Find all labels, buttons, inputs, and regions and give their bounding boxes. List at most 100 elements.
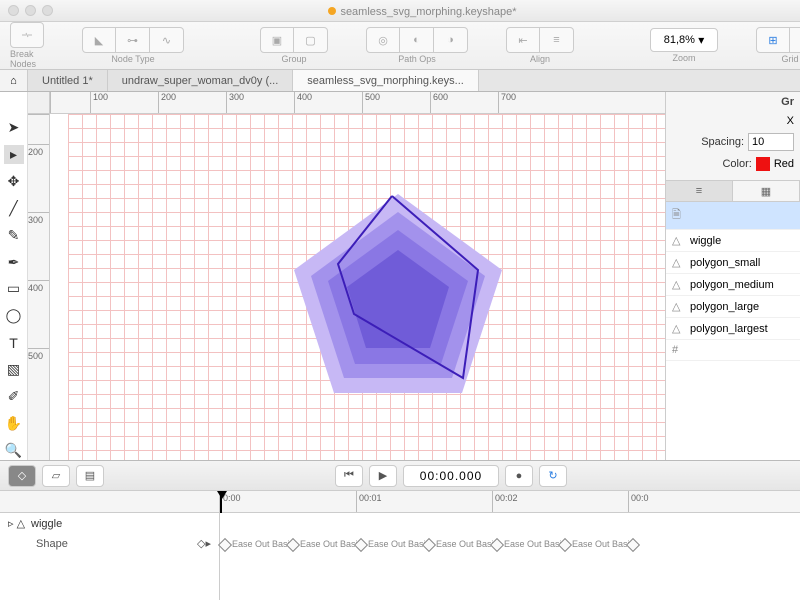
layer-wiggle[interactable]: △wiggle [666,230,800,252]
rotate-tool[interactable]: ✥ [4,172,24,191]
ungroup-button[interactable]: ▢ [294,27,328,53]
easing-label: Ease Out Basic [368,539,430,549]
zoom-dropdown[interactable]: 81,8% ▾ [650,28,718,52]
text-tool[interactable]: T [4,333,24,352]
window-controls [8,5,53,16]
path-union-button[interactable]: ◎ [366,27,400,53]
tab-undraw[interactable]: undraw_super_woman_dv0y (... [108,70,294,91]
spacing-label: Spacing: [672,136,744,148]
align-group: ⇤ ≡ Align [506,24,574,67]
line-tool[interactable]: ╱ [4,199,24,218]
document-title: seamless_svg_morphing.keyshape* [53,4,792,18]
pencil-tool[interactable]: ✎ [4,226,24,245]
tool-strip: ➤ ▸ ✥ ╱ ✎ ✒ ▭ ◯ T ▧ ✐ ✋ 🔍 [0,92,28,460]
zoom-label: Zoom [672,53,695,63]
node-smooth-button[interactable]: ⊶ [116,27,150,53]
time-display[interactable]: 00:00.000 [403,465,499,487]
group-group: ▣ ▢ Group [260,24,328,67]
timeline-ruler: 0:00 00:01 00:02 00:0 [0,491,800,513]
group-button[interactable]: ▣ [260,27,294,53]
direct-select-tool[interactable]: ▸ [4,145,24,164]
timeline-prop-shape[interactable]: Shape ◇▸ [0,534,219,553]
artboard[interactable] [68,114,665,460]
timeline: 0:00 00:01 00:02 00:0 ▹ △ wiggle Shape ◇… [0,490,800,600]
inspector-tabs: ≡ ▦ [666,180,800,202]
grid-icon: # [672,344,684,356]
color-swatch[interactable] [756,157,770,171]
easing-label: Ease Out Basic [504,539,566,549]
rect-tool[interactable]: ▭ [4,280,24,299]
timeline-ticks[interactable]: 0:00 00:01 00:02 00:0 [220,491,800,512]
layers-tab[interactable]: ≡ [666,181,733,201]
node-auto-button[interactable]: ∿ [150,27,184,53]
timeline-layer-wiggle[interactable]: ▹ △ wiggle [0,513,219,534]
layer-polygon_medium[interactable]: △polygon_medium [666,274,800,296]
align-left-button[interactable]: ⇤ [506,27,540,53]
pointer-tool[interactable]: ➤ [4,118,24,137]
skip-back-button[interactable]: ⏮ [335,465,363,487]
break-nodes-group: Break Nodes [10,24,44,67]
path-icon: △ [672,278,684,291]
grid-toggle-button[interactable]: ⊞ [756,27,790,53]
hand-tool[interactable]: ✋ [4,414,24,433]
group-label: Group [281,54,306,64]
viewmode-button-2[interactable]: ▱ [42,465,70,487]
grid-label: Grid [781,54,798,64]
main-area: ➤ ▸ ✥ ╱ ✎ ✒ ▭ ◯ T ▧ ✐ ✋ 🔍 100 200 300 40… [0,92,800,460]
zoom-tool[interactable]: 🔍 [4,441,24,460]
path-icon: △ [672,300,684,313]
ellipse-tool[interactable]: ◯ [4,306,24,325]
record-button[interactable]: ● [505,465,533,487]
color-label: Color: [672,158,752,170]
maximize-icon[interactable] [42,5,53,16]
inspector-panel: Gr X Spacing: Color: Red ≡ ▦ 🗎△wiggle△po… [665,92,800,460]
easing-label: Ease Out Basic [436,539,498,549]
spacing-input[interactable] [748,133,794,151]
pen-tool[interactable]: ✒ [4,253,24,272]
align-center-button[interactable]: ≡ [540,27,574,53]
title-bar: seamless_svg_morphing.keyshape* [0,0,800,22]
x-label: X [787,115,794,127]
assets-tab[interactable]: ▦ [733,181,800,201]
node-type-label: Node Type [111,54,154,64]
stage[interactable] [50,114,665,460]
viewmode-button-1[interactable]: ◇ [8,465,36,487]
document-tab-bar: ⌂ Untitled 1* undraw_super_woman_dv0y (.… [0,70,800,92]
timeline-layer-list: ▹ △ wiggle Shape ◇▸ [0,513,220,600]
path-intersect-button[interactable]: ◑ [434,27,468,53]
viewmode-button-3[interactable]: ▤ [76,465,104,487]
layer-tree: 🗎△wiggle△polygon_small△polygon_medium△po… [666,202,800,460]
close-icon[interactable] [8,5,19,16]
layer-grid[interactable]: # [666,340,800,361]
layer-polygon_largest[interactable]: △polygon_largest [666,318,800,340]
node-corner-button[interactable]: ◣ [82,27,116,53]
doc-icon: 🗎 [672,206,684,225]
layer-polygon_large[interactable]: △polygon_large [666,296,800,318]
playback-bar: ◇ ▱ ▤ ⏮ ▶ 00:00.000 ● ↻ [0,460,800,490]
loop-button[interactable]: ↻ [539,465,567,487]
canvas-area[interactable]: 100 200 300 400 500 600 700 200 300 400 … [28,92,665,460]
path-subtract-button[interactable]: ◐ [400,27,434,53]
tab-seamless[interactable]: seamless_svg_morphing.keys... [293,70,479,91]
pentagon-artwork[interactable] [68,114,665,460]
break-nodes-label: Break Nodes [10,49,44,69]
path-icon: △ [672,322,684,335]
keyframe[interactable] [218,538,232,552]
image-tool[interactable]: ▧ [4,360,24,379]
break-nodes-button[interactable] [10,22,44,48]
timeline-track[interactable]: Ease Out Basic Ease Out Basic Ease Out Bas… [220,513,800,600]
toolbar: Break Nodes ◣ ⊶ ∿ Node Type ▣ ▢ Group ◎ … [0,22,800,70]
path-icon: △ [672,234,684,247]
eyedropper-tool[interactable]: ✐ [4,387,24,406]
home-button[interactable]: ⌂ [0,70,28,91]
play-button[interactable]: ▶ [369,465,397,487]
layer-polygon_small[interactable]: △polygon_small [666,252,800,274]
grid-settings-button[interactable]: ⊡ [790,27,800,53]
easing-label: Ease Out Basic [572,539,634,549]
modified-indicator-icon [328,7,336,15]
minimize-icon[interactable] [25,5,36,16]
tab-untitled[interactable]: Untitled 1* [28,70,108,91]
x-row: X [666,112,800,130]
ruler-vertical: 200 300 400 500 [28,114,50,460]
layer-document[interactable]: 🗎 [666,202,800,230]
